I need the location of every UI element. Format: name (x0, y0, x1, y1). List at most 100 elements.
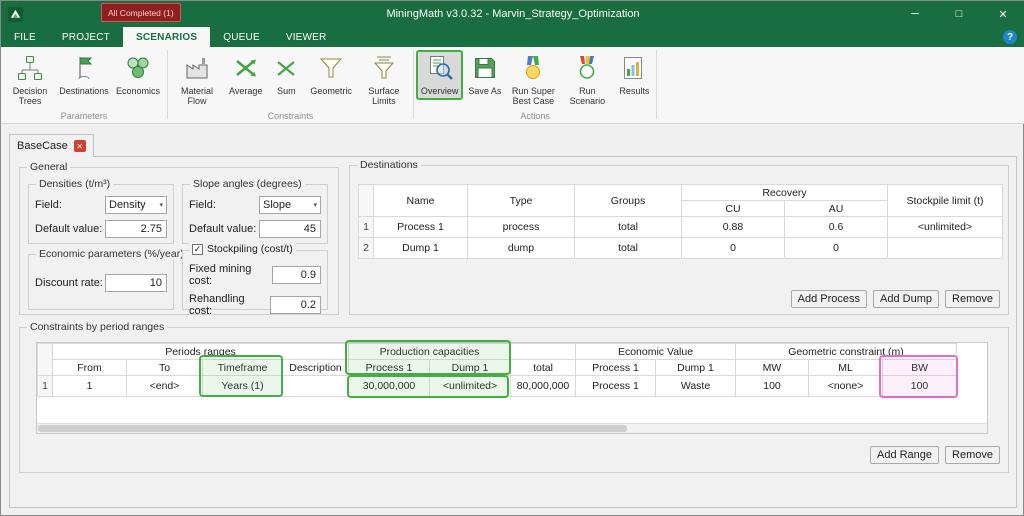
constraints-table-container: Periods ranges Production capacities Eco… (36, 342, 988, 434)
cell-type[interactable]: process (468, 217, 575, 238)
cell-groups[interactable]: total (575, 238, 682, 259)
cell-description[interactable] (283, 376, 349, 397)
cell-name[interactable]: Process 1 (374, 217, 468, 238)
surface-limits-icon (370, 54, 398, 85)
destinations-remove-button[interactable]: Remove (945, 290, 1000, 308)
average-icon (232, 54, 260, 85)
col-header-name: Name (374, 185, 468, 217)
fixed-mining-cost-input[interactable]: 0.9 (272, 266, 321, 284)
scrollbar-thumb[interactable] (38, 425, 627, 432)
cell-to[interactable]: <end> (127, 376, 203, 397)
cell-name[interactable]: Dump 1 (374, 238, 468, 259)
tab-project[interactable]: PROJECT (49, 27, 123, 47)
ribbon-button-label: Destinations (59, 86, 109, 96)
ribbon-button-label: Sum (277, 86, 296, 96)
window-controls: ─ □ ✕ (893, 1, 1024, 27)
discount-rate-label: Discount rate: (35, 277, 103, 289)
cell-type[interactable]: dump (468, 238, 575, 259)
maximize-button[interactable]: □ (937, 1, 981, 27)
document-tab-basecase[interactable]: BaseCase ✕ (9, 134, 94, 157)
material-flow-button[interactable]: Material Flow (170, 50, 224, 111)
overview-button[interactable]: Overview (416, 50, 464, 100)
destinations-table: Name Type Groups Recovery Stockpile limi… (358, 184, 1003, 259)
ribbon-tab-bar: FILE PROJECT SCENARIOS QUEUE VIEWER ? (1, 27, 1024, 47)
cell-recovery-au[interactable]: 0.6 (785, 217, 888, 238)
destinations-button[interactable]: Destinations (57, 50, 111, 100)
slope-default-input[interactable]: 45 (259, 220, 321, 238)
help-icon[interactable]: ? (1003, 30, 1017, 44)
cell-ml[interactable]: <none> (809, 376, 883, 397)
overview-icon (426, 54, 454, 85)
col-header-from: From (53, 360, 127, 376)
cell-recovery-au[interactable]: 0 (785, 238, 888, 259)
add-dump-button[interactable]: Add Dump (873, 290, 939, 308)
status-badge: All Completed (1) (101, 3, 181, 22)
tab-file[interactable]: FILE (1, 27, 49, 47)
cell-recovery-cu[interactable]: 0 (682, 238, 785, 259)
horizontal-scrollbar[interactable] (37, 423, 987, 433)
decision-trees-button[interactable]: Decision Trees (3, 50, 57, 111)
cell-mw[interactable]: 100 (736, 376, 809, 397)
discount-rate-input[interactable]: 10 (105, 274, 167, 292)
cell-total[interactable]: 80,000,000 (511, 376, 576, 397)
ribbon-button-label: Run Scenario (565, 86, 609, 107)
ribbon-button-label: Overview (421, 86, 459, 96)
ribbon-button-label: Economics (116, 86, 160, 96)
ribbon-group-label: Actions (416, 111, 655, 124)
ribbon-button-label: Surface Limits (362, 86, 406, 107)
col-header-type: Type (468, 185, 575, 217)
col-header-au: AU (785, 201, 888, 217)
cell-prod-dump[interactable]: <unlimited> (430, 376, 511, 397)
stockpiling-checkbox[interactable]: ✓ (192, 244, 203, 255)
cell-stockpile-limit[interactable] (888, 238, 1003, 259)
economic-parameters-title: Economic parameters (%/year) (36, 248, 187, 260)
sum-button[interactable]: Sum (267, 50, 305, 100)
cell-bw[interactable]: 100 (883, 376, 957, 397)
surface-limits-button[interactable]: Surface Limits (357, 50, 411, 111)
constraints-remove-button[interactable]: Remove (945, 446, 1000, 464)
cell-groups[interactable]: total (575, 217, 682, 238)
add-range-button[interactable]: Add Range (870, 446, 939, 464)
slope-field-select[interactable]: Slope ▾ (259, 196, 321, 214)
decision-trees-icon (16, 54, 44, 85)
results-button[interactable]: Results (614, 50, 654, 100)
run-super-best-case-button[interactable]: Run Super Best Case (506, 50, 560, 111)
titlebar: All Completed (1) MiningMath v3.0.32 - M… (1, 1, 1024, 27)
destinations-icon (70, 54, 98, 85)
group-header-geometric: Geometric constraint (m) (736, 344, 957, 360)
tab-queue[interactable]: QUEUE (210, 27, 273, 47)
tab-scenarios[interactable]: SCENARIOS (123, 27, 210, 47)
densities-field-select[interactable]: Density ▾ (105, 196, 167, 214)
cell-recovery-cu[interactable]: 0.88 (682, 217, 785, 238)
col-header-prod-dump: Dump 1 (430, 360, 511, 376)
cell-from[interactable]: 1 (53, 376, 127, 397)
close-button[interactable]: ✕ (981, 1, 1024, 27)
cell-prod-process[interactable]: 30,000,000 (349, 376, 430, 397)
ribbon-button-label: Save As (468, 86, 501, 96)
cell-econ-process[interactable]: Process 1 (576, 376, 656, 397)
constraints-group: Constraints by period ranges Periods ran… (19, 327, 1009, 473)
run-scenario-button[interactable]: Run Scenario (560, 50, 614, 111)
save-as-icon (471, 54, 499, 85)
tab-viewer[interactable]: VIEWER (273, 27, 340, 47)
tab-close-icon[interactable]: ✕ (74, 140, 86, 152)
average-button[interactable]: Average (224, 50, 267, 100)
ribbon-group-constraints: Material Flow Average Sum Geometric Surf… (170, 47, 411, 123)
cell-econ-dump[interactable]: Waste (656, 376, 736, 397)
densities-default-input[interactable]: 2.75 (105, 220, 167, 238)
economics-button[interactable]: Economics (111, 50, 165, 100)
rehandling-cost-input[interactable]: 0.2 (270, 296, 321, 314)
geometric-icon (317, 54, 345, 85)
chevron-down-icon: ▾ (159, 201, 163, 209)
save-as-button[interactable]: Save As (463, 50, 506, 100)
cell-stockpile-limit[interactable]: <unlimited> (888, 217, 1003, 238)
results-icon (620, 54, 648, 85)
stockpiling-title: Stockpiling (cost/t) (207, 243, 293, 255)
add-process-button[interactable]: Add Process (791, 290, 867, 308)
ribbon-divider (656, 50, 657, 119)
run-scenario-icon (573, 54, 601, 85)
minimize-button[interactable]: ─ (893, 1, 937, 27)
cell-timeframe[interactable]: Years (1) (203, 376, 283, 397)
geometric-button[interactable]: Geometric (305, 50, 357, 100)
group-header-production: Production capacities (349, 344, 511, 360)
